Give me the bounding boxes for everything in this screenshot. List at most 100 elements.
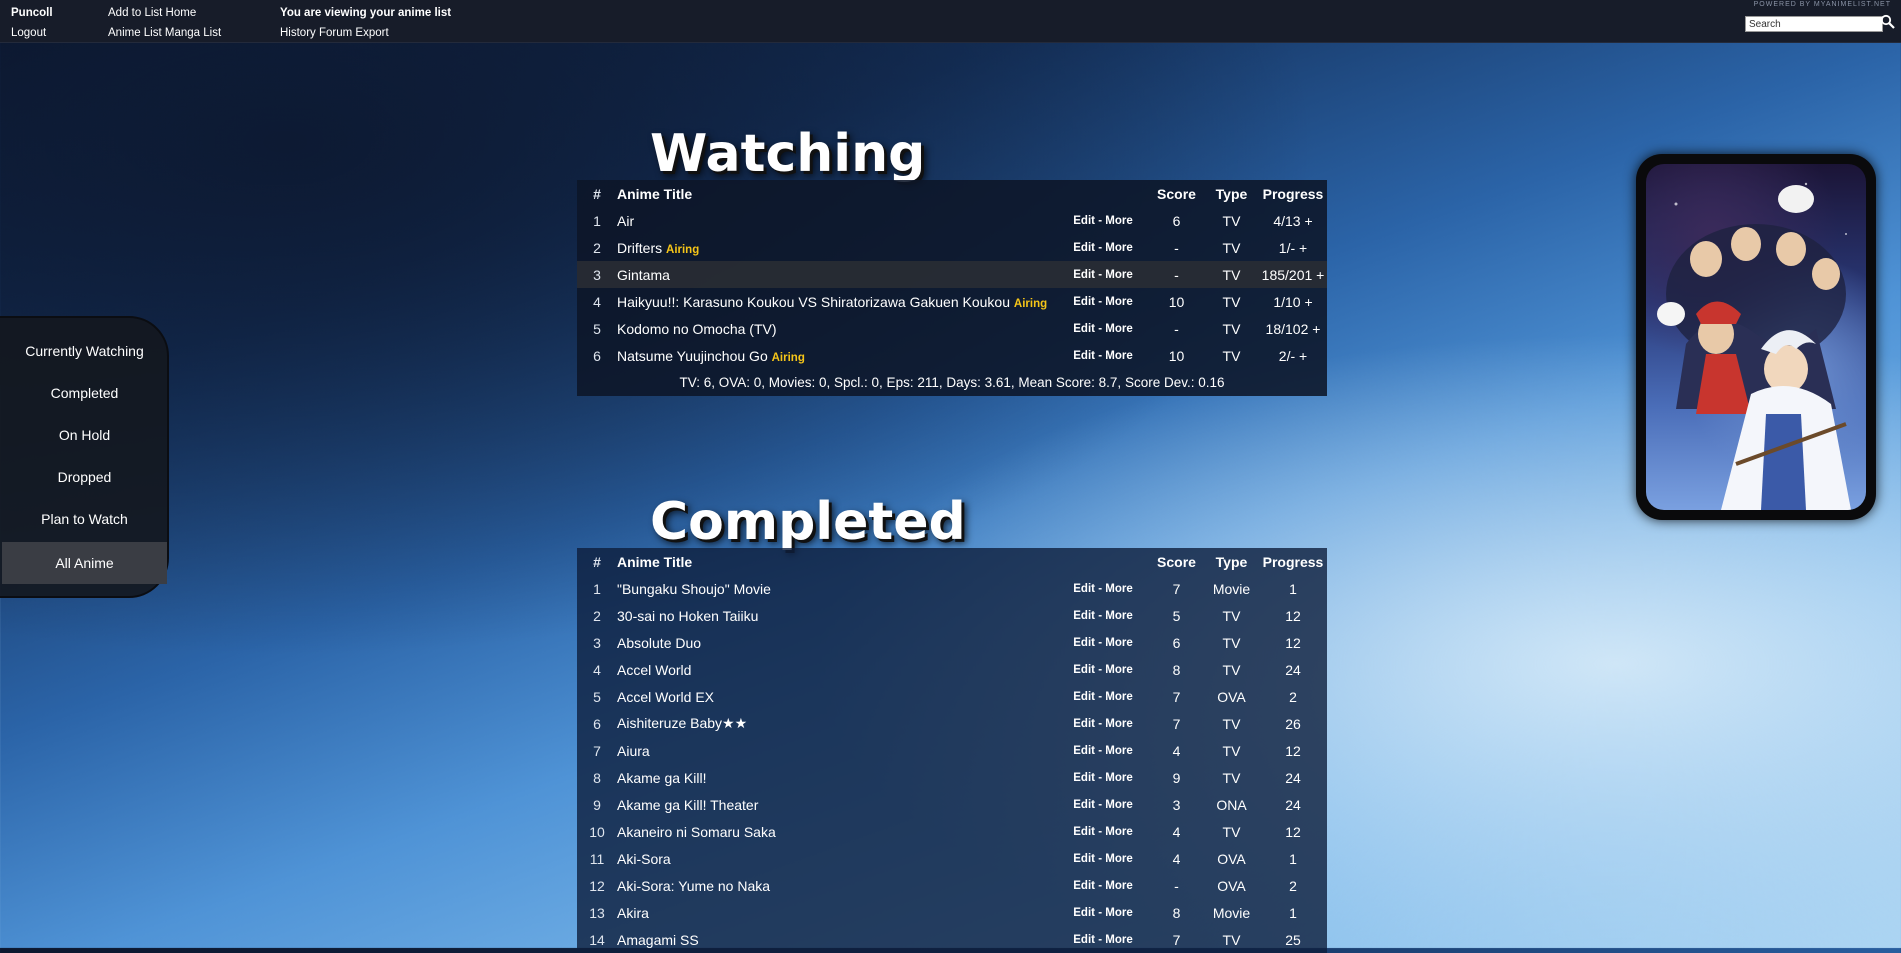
edit-link[interactable]: Edit bbox=[1073, 215, 1095, 227]
anime-title-link[interactable]: Aiura bbox=[617, 743, 650, 759]
header-progress[interactable]: Progress bbox=[1259, 180, 1327, 207]
header-score[interactable]: Score bbox=[1149, 548, 1204, 575]
edit-link[interactable]: Edit bbox=[1073, 296, 1095, 308]
more-link[interactable]: More bbox=[1105, 610, 1132, 622]
anime-title-link[interactable]: Haikyuu!!: Karasuno Koukou VS Shiratoriz… bbox=[617, 294, 1010, 310]
more-link[interactable]: More bbox=[1105, 323, 1132, 335]
score-cell[interactable]: - bbox=[1149, 234, 1204, 261]
score-cell[interactable]: 4 bbox=[1149, 737, 1204, 764]
anime-title-link[interactable]: Aki-Sora bbox=[617, 851, 671, 867]
more-link[interactable]: More bbox=[1105, 718, 1132, 730]
add-to-list-link[interactable]: Add to List bbox=[108, 7, 162, 19]
nav-on-hold[interactable]: On Hold bbox=[2, 422, 167, 448]
increment-episode-button[interactable]: + bbox=[1304, 213, 1312, 229]
nav-dropped[interactable]: Dropped bbox=[2, 464, 167, 490]
anime-title-link[interactable]: Absolute Duo bbox=[617, 635, 701, 651]
edit-link[interactable]: Edit bbox=[1073, 323, 1095, 335]
header-num[interactable]: # bbox=[577, 548, 617, 575]
header-progress[interactable]: Progress bbox=[1259, 548, 1327, 575]
more-link[interactable]: More bbox=[1105, 242, 1132, 254]
more-link[interactable]: More bbox=[1105, 350, 1132, 362]
edit-link[interactable]: Edit bbox=[1073, 826, 1095, 838]
score-cell[interactable]: 7 bbox=[1149, 926, 1204, 953]
more-link[interactable]: More bbox=[1105, 853, 1132, 865]
more-link[interactable]: More bbox=[1105, 691, 1132, 703]
header-num[interactable]: # bbox=[577, 180, 617, 207]
export-link[interactable]: Export bbox=[355, 27, 388, 39]
nav-plan-to-watch[interactable]: Plan to Watch bbox=[2, 506, 167, 532]
nav-currently-watching[interactable]: Currently Watching bbox=[2, 338, 167, 364]
forum-link[interactable]: Forum bbox=[319, 27, 352, 39]
score-cell[interactable]: 4 bbox=[1149, 845, 1204, 872]
more-link[interactable]: More bbox=[1105, 907, 1132, 919]
anime-title-link[interactable]: Air bbox=[617, 213, 634, 229]
score-cell[interactable]: 7 bbox=[1149, 683, 1204, 710]
edit-link[interactable]: Edit bbox=[1073, 853, 1095, 865]
score-cell[interactable]: 6 bbox=[1149, 207, 1204, 234]
score-cell[interactable]: - bbox=[1149, 872, 1204, 899]
more-link[interactable]: More bbox=[1105, 745, 1132, 757]
anime-title-link[interactable]: Natsume Yuujinchou Go bbox=[617, 348, 768, 364]
edit-link[interactable]: Edit bbox=[1073, 350, 1095, 362]
nav-completed[interactable]: Completed bbox=[2, 380, 167, 406]
header-type[interactable]: Type bbox=[1204, 548, 1259, 575]
edit-link[interactable]: Edit bbox=[1073, 880, 1095, 892]
score-cell[interactable]: 5 bbox=[1149, 602, 1204, 629]
anime-title-link[interactable]: Akaneiro ni Somaru Saka bbox=[617, 824, 776, 840]
edit-link[interactable]: Edit bbox=[1073, 718, 1095, 730]
anime-title-link[interactable]: Kodomo no Omocha (TV) bbox=[617, 321, 777, 337]
manga-list-link[interactable]: Manga List bbox=[165, 27, 221, 39]
increment-episode-button[interactable]: + bbox=[1304, 294, 1312, 310]
edit-link[interactable]: Edit bbox=[1073, 610, 1095, 622]
search-input[interactable] bbox=[1745, 16, 1883, 32]
more-link[interactable]: More bbox=[1105, 296, 1132, 308]
edit-link[interactable]: Edit bbox=[1073, 934, 1095, 946]
anime-title-link[interactable]: Aki-Sora: Yume no Naka bbox=[617, 878, 770, 894]
edit-link[interactable]: Edit bbox=[1073, 242, 1095, 254]
anime-list-link[interactable]: Anime List bbox=[108, 27, 162, 39]
edit-link[interactable]: Edit bbox=[1073, 907, 1095, 919]
more-link[interactable]: More bbox=[1105, 880, 1132, 892]
anime-title-link[interactable]: Gintama bbox=[617, 267, 670, 283]
header-title[interactable]: Anime Title bbox=[617, 180, 1057, 207]
score-cell[interactable]: - bbox=[1149, 261, 1204, 288]
edit-link[interactable]: Edit bbox=[1073, 745, 1095, 757]
more-link[interactable]: More bbox=[1105, 215, 1132, 227]
anime-title-link[interactable]: Aishiteruze Baby★★ bbox=[617, 715, 747, 731]
edit-link[interactable]: Edit bbox=[1073, 772, 1095, 784]
anime-title-link[interactable]: Akame ga Kill! Theater bbox=[617, 797, 758, 813]
anime-title-link[interactable]: Accel World bbox=[617, 662, 691, 678]
increment-episode-button[interactable]: + bbox=[1316, 267, 1324, 283]
more-link[interactable]: More bbox=[1105, 637, 1132, 649]
home-link[interactable]: Home bbox=[166, 7, 197, 19]
more-link[interactable]: More bbox=[1105, 934, 1132, 946]
search-icon[interactable] bbox=[1880, 14, 1896, 30]
score-cell[interactable]: 7 bbox=[1149, 710, 1204, 737]
anime-title-link[interactable]: Amagami SS bbox=[617, 932, 699, 948]
more-link[interactable]: More bbox=[1105, 664, 1132, 676]
anime-title-link[interactable]: Accel World EX bbox=[617, 689, 714, 705]
score-cell[interactable]: 3 bbox=[1149, 791, 1204, 818]
more-link[interactable]: More bbox=[1105, 772, 1132, 784]
score-cell[interactable]: 8 bbox=[1149, 899, 1204, 926]
more-link[interactable]: More bbox=[1105, 269, 1132, 281]
more-link[interactable]: More bbox=[1105, 583, 1132, 595]
anime-title-link[interactable]: Akira bbox=[617, 905, 649, 921]
anime-title-link[interactable]: Drifters bbox=[617, 240, 662, 256]
more-link[interactable]: More bbox=[1105, 826, 1132, 838]
edit-link[interactable]: Edit bbox=[1073, 664, 1095, 676]
edit-link[interactable]: Edit bbox=[1073, 691, 1095, 703]
score-cell[interactable]: 10 bbox=[1149, 288, 1204, 315]
anime-title-link[interactable]: 30-sai no Hoken Taiiku bbox=[617, 608, 758, 624]
increment-episode-button[interactable]: + bbox=[1299, 348, 1307, 364]
edit-link[interactable]: Edit bbox=[1073, 799, 1095, 811]
increment-episode-button[interactable]: + bbox=[1312, 321, 1320, 337]
score-cell[interactable]: 9 bbox=[1149, 764, 1204, 791]
anime-title-link[interactable]: Akame ga Kill! bbox=[617, 770, 706, 786]
score-cell[interactable]: 6 bbox=[1149, 629, 1204, 656]
edit-link[interactable]: Edit bbox=[1073, 637, 1095, 649]
header-type[interactable]: Type bbox=[1204, 180, 1259, 207]
score-cell[interactable]: - bbox=[1149, 315, 1204, 342]
edit-link[interactable]: Edit bbox=[1073, 269, 1095, 281]
score-cell[interactable]: 4 bbox=[1149, 818, 1204, 845]
